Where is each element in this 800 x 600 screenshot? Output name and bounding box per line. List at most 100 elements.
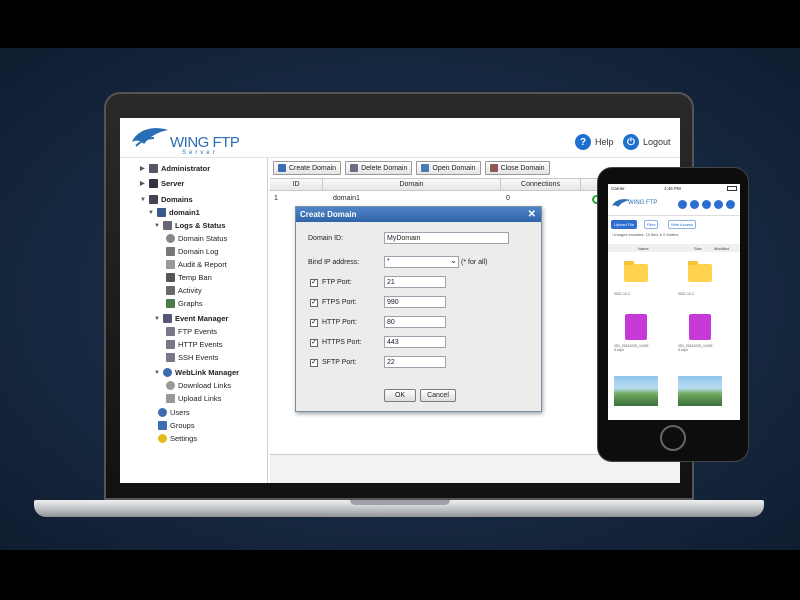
expand-arrow-icon[interactable]: ▶	[140, 180, 146, 187]
create-domain-button[interactable]: Create Domain	[273, 161, 342, 175]
delete-domain-button[interactable]: Delete Domain	[345, 161, 413, 175]
ftp-port-input[interactable]	[384, 276, 446, 288]
landscape-thumbnail	[678, 376, 722, 406]
ftp-port-checkbox[interactable]: ✓	[310, 279, 318, 287]
tree-item-activity[interactable]: Activity	[166, 286, 202, 295]
tree-item-weblink-manager[interactable]: ▼ WebLink Manager	[154, 368, 239, 377]
dialog-title: Create Domain	[300, 210, 357, 219]
collapse-arrow-icon[interactable]: ▼	[154, 316, 160, 322]
cell-id: 1	[274, 195, 278, 202]
tree-item-domain-status[interactable]: Domain Status	[166, 234, 227, 243]
settings-icon	[158, 434, 167, 443]
col-size[interactable]: Size	[694, 246, 702, 251]
video-file-icon	[689, 314, 711, 340]
tree-item-audit-report[interactable]: Audit & Report	[166, 260, 227, 269]
folder-tile[interactable]: 2021-12-1	[614, 256, 656, 296]
download-link-icon	[166, 381, 175, 390]
battery-icon	[727, 186, 737, 191]
bind-ip-label: Bind IP address:	[308, 259, 360, 266]
image-tile[interactable]	[678, 370, 722, 410]
tree-item-settings[interactable]: Settings	[158, 434, 197, 443]
sftp-port-input[interactable]	[384, 356, 446, 368]
open-domain-button[interactable]: Open Domain	[416, 161, 481, 175]
col-name[interactable]: Name	[638, 246, 649, 251]
tree-item-temp-ban[interactable]: Temp Ban	[166, 273, 212, 282]
tree-label: Graphs	[178, 299, 203, 308]
power-icon: ⏻	[623, 134, 639, 150]
https-port-input[interactable]	[384, 336, 446, 348]
tree-item-logs-status[interactable]: ▼ Logs & Status	[154, 221, 225, 230]
tree-item-administrator[interactable]: ▶ Administrator	[140, 164, 210, 173]
bind-ip-select[interactable]: * ⌄	[384, 256, 459, 268]
domain-id-input[interactable]	[384, 232, 509, 244]
logo-text: WING FTP	[170, 134, 240, 151]
tile-caption: VID_20211029_14491 5.mp4	[614, 344, 649, 352]
collapse-arrow-icon[interactable]: ▼	[154, 223, 160, 229]
col-header-domain[interactable]: Domain	[323, 181, 500, 188]
logout-label: Logout	[643, 137, 671, 147]
http-port-input[interactable]	[384, 316, 446, 328]
collapse-arrow-icon[interactable]: ▼	[148, 210, 154, 216]
tree-label: Activity	[178, 286, 202, 295]
open-domain-icon	[421, 164, 430, 172]
files-button[interactable]: Files	[644, 220, 659, 229]
delete-domain-label: Delete Domain	[361, 164, 408, 172]
logout-icon[interactable]	[726, 200, 735, 209]
log-icon	[166, 247, 175, 256]
expand-arrow-icon[interactable]: ▶	[140, 165, 146, 172]
tree-label: Users	[170, 408, 190, 417]
col-modified[interactable]: Modified	[714, 246, 729, 251]
tree-item-server[interactable]: ▶ Server	[140, 179, 184, 188]
web-access-button[interactable]: Web Access	[668, 220, 696, 229]
tree-item-groups[interactable]: Groups	[158, 421, 195, 430]
sftp-port-checkbox[interactable]: ✓	[310, 359, 318, 367]
home-button[interactable]	[660, 425, 686, 451]
ok-button[interactable]: OK	[384, 389, 416, 402]
tree-label: SSH Events	[178, 353, 219, 362]
wing-logo-icon	[132, 128, 168, 147]
video-tile[interactable]: VID_20211029_14491 5.mp4	[614, 308, 656, 352]
refresh-icon[interactable]	[690, 200, 699, 209]
cell-connections: 0	[506, 195, 510, 202]
tree-item-domain1[interactable]: ▼ domain1	[148, 208, 200, 217]
close-icon[interactable]: ✕	[528, 209, 536, 220]
image-tile[interactable]	[614, 370, 658, 410]
tree-item-download-links[interactable]: Download Links	[166, 381, 231, 390]
ftps-port-input[interactable]	[384, 296, 446, 308]
graph-icon	[166, 299, 175, 308]
logout-button[interactable]: ⏻ Logout	[623, 133, 671, 151]
https-port-checkbox[interactable]: ✓	[310, 339, 318, 347]
tree-item-http-events[interactable]: HTTP Events	[166, 340, 222, 349]
tree-item-domain-log[interactable]: Domain Log	[166, 247, 218, 256]
search-icon[interactable]	[678, 200, 687, 209]
add-domain-icon	[278, 164, 286, 172]
ftps-port-checkbox[interactable]: ✓	[310, 299, 318, 307]
delete-domain-icon	[350, 164, 359, 172]
folder-tile[interactable]: 2021-12-1	[678, 256, 720, 296]
upload-file-button[interactable]: Upload File	[611, 220, 638, 229]
help-button[interactable]: ? Help	[575, 133, 614, 151]
tree-label: Domain Status	[178, 234, 228, 243]
cancel-button[interactable]: Cancel	[420, 389, 456, 402]
close-domain-button[interactable]: Close Domain	[484, 161, 550, 175]
status-icon	[166, 234, 175, 243]
chevron-down-icon: ⌄	[450, 256, 457, 265]
tree-item-domains[interactable]: ▼ Domains	[140, 195, 193, 204]
tree-label: Domain Log	[178, 247, 219, 256]
video-tile[interactable]: VID_20211029_14491 5.mp4	[678, 308, 720, 352]
collapse-arrow-icon[interactable]: ▼	[154, 370, 160, 376]
tree-item-event-manager[interactable]: ▼ Event Manager	[154, 314, 228, 323]
tree-item-ssh-events[interactable]: SSH Events	[166, 353, 218, 362]
tree-item-upload-links[interactable]: Upload Links	[166, 394, 221, 403]
tree-item-users[interactable]: Users	[158, 408, 190, 417]
http-port-checkbox[interactable]: ✓	[310, 319, 318, 327]
upload-link-icon	[166, 394, 175, 403]
tree-item-ftp-events[interactable]: FTP Events	[166, 327, 217, 336]
col-header-id[interactable]: ID	[270, 181, 322, 188]
ftp-event-icon	[166, 327, 175, 336]
collapse-arrow-icon[interactable]: ▼	[140, 197, 146, 203]
user-icon[interactable]	[714, 200, 723, 209]
tree-item-graphs[interactable]: Graphs	[166, 299, 203, 308]
col-header-connections[interactable]: Connections	[501, 181, 580, 188]
settings-icon[interactable]	[702, 200, 711, 209]
